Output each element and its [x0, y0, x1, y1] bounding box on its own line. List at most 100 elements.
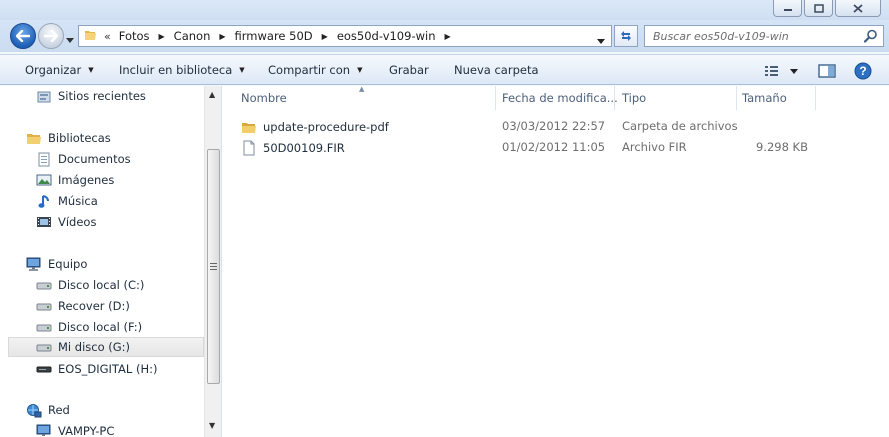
- window-titlebar: [0, 0, 889, 20]
- column-header-type[interactable]: Tipo: [622, 86, 736, 110]
- preview-pane-button[interactable]: [818, 63, 836, 79]
- nav-item-label: Mi disco (G:): [58, 340, 131, 354]
- file-name: update-procedure-pdf: [263, 120, 389, 134]
- nav-item-computer[interactable]: Equipo: [26, 254, 87, 274]
- nav-item-network[interactable]: Red: [26, 400, 70, 420]
- column-divider[interactable]: [495, 86, 496, 110]
- file-date: 01/02/2012 11:05: [502, 140, 606, 154]
- nav-item-libraries[interactable]: Bibliotecas: [26, 128, 111, 148]
- minimize-button[interactable]: [773, 0, 802, 17]
- new-folder-label: Nueva carpeta: [454, 63, 539, 77]
- column-divider[interactable]: [736, 86, 737, 110]
- share-with-menu[interactable]: Compartir con ▼: [268, 63, 362, 77]
- folder-icon: [241, 119, 257, 135]
- breadcrumb-overflow[interactable]: «: [104, 30, 111, 43]
- file-row[interactable]: 50D00109.FIR 01/02/2012 11:05 Archivo FI…: [222, 137, 889, 157]
- nav-item-documents[interactable]: Documentos: [36, 149, 131, 169]
- breadcrumb-firmware[interactable]: firmware 50D: [235, 29, 313, 43]
- column-header-date[interactable]: Fecha de modifica...: [502, 86, 618, 110]
- address-row: « Fotos ▶ Canon ▶ firmware 50D ▶ eos50d-…: [0, 20, 889, 52]
- nav-item-label: Música: [58, 194, 98, 208]
- nav-item-videos[interactable]: Vídeos: [36, 212, 96, 232]
- new-folder-button[interactable]: Nueva carpeta: [454, 63, 539, 77]
- nav-item-label: Recover (D:): [58, 299, 130, 313]
- recent-pages-dropdown[interactable]: [66, 32, 74, 46]
- maximize-button[interactable]: [804, 0, 833, 17]
- nav-item-network-pc[interactable]: VAMPY-PC: [36, 421, 114, 437]
- file-name-cell: 50D00109.FIR: [241, 140, 345, 156]
- removable-drive-icon: [36, 361, 52, 377]
- nav-item-recent[interactable]: Sitios recientes: [36, 86, 146, 106]
- videos-icon: [36, 214, 52, 230]
- nav-item-label: Sitios recientes: [58, 89, 146, 103]
- column-header-size[interactable]: Tamaño: [742, 86, 815, 110]
- help-button[interactable]: ?: [854, 62, 872, 80]
- forward-button[interactable]: [38, 23, 64, 49]
- minimize-icon: [783, 9, 792, 11]
- computer-icon: [36, 423, 52, 437]
- address-bar[interactable]: « Fotos ▶ Canon ▶ firmware 50D ▶ eos50d-…: [78, 25, 612, 47]
- recent-places-icon: [36, 88, 52, 104]
- column-header-label: Nombre: [241, 91, 287, 105]
- nav-item-label: Red: [48, 403, 70, 417]
- breadcrumb-chevron-icon[interactable]: ▶: [219, 32, 225, 41]
- column-header-name[interactable]: Nombre: [241, 86, 495, 110]
- scroll-thumb[interactable]: [207, 149, 220, 384]
- nav-item-drive-h[interactable]: EOS_DIGITAL (H:): [36, 359, 157, 379]
- nav-scrollbar[interactable]: ▲ ▼: [204, 86, 221, 437]
- drive-icon: [36, 319, 52, 335]
- file-row[interactable]: update-procedure-pdf 03/03/2012 22:57 Ca…: [222, 116, 889, 136]
- nav-item-drive-g[interactable]: Mi disco (G:): [8, 337, 204, 357]
- svg-text:?: ?: [859, 64, 866, 78]
- nav-item-images[interactable]: Imágenes: [36, 170, 114, 190]
- chevron-down-icon: ▼: [239, 66, 245, 74]
- chevron-down-icon: ▼: [357, 66, 363, 74]
- views-icon: [765, 66, 778, 76]
- search-input[interactable]: [653, 29, 863, 43]
- breadcrumb-fotos[interactable]: Fotos: [119, 29, 150, 43]
- search-box[interactable]: [644, 25, 884, 47]
- nav-item-label: Disco local (F:): [58, 320, 143, 334]
- drive-icon: [36, 277, 52, 293]
- breadcrumb-current[interactable]: eos50d-v109-win: [337, 29, 436, 43]
- libraries-icon: [26, 130, 42, 146]
- close-button[interactable]: [835, 0, 881, 17]
- chevron-down-icon: [790, 68, 798, 74]
- back-button[interactable]: [10, 23, 36, 49]
- scroll-up-icon[interactable]: ▲: [209, 90, 215, 99]
- file-list-pane: ▲ Nombre Fecha de modifica... Tipo Tamañ…: [222, 85, 889, 437]
- chevron-down-icon: ▼: [88, 66, 94, 74]
- breadcrumb-chevron-icon[interactable]: ▶: [159, 32, 165, 41]
- search-icon[interactable]: [863, 29, 878, 46]
- chevron-down-icon: [597, 39, 605, 44]
- nav-item-label: EOS_DIGITAL (H:): [58, 362, 158, 376]
- breadcrumb-chevron-icon[interactable]: ▶: [322, 32, 328, 41]
- nav-item-label: Documentos: [58, 152, 131, 166]
- include-library-menu[interactable]: Incluir en biblioteca ▼: [119, 63, 245, 77]
- column-divider[interactable]: [815, 86, 816, 110]
- nav-item-music[interactable]: Música: [36, 191, 98, 211]
- column-header-label: Tamaño: [742, 91, 787, 105]
- burn-label: Grabar: [389, 63, 429, 77]
- nav-item-label: VAMPY-PC: [58, 424, 115, 437]
- nav-item-drive-c[interactable]: Disco local (C:): [36, 275, 144, 295]
- refresh-button[interactable]: [614, 25, 638, 47]
- breadcrumb-canon[interactable]: Canon: [174, 29, 211, 43]
- documents-icon: [36, 151, 52, 167]
- nav-item-drive-d[interactable]: Recover (D:): [36, 296, 130, 316]
- nav-item-drive-f[interactable]: Disco local (F:): [36, 317, 142, 337]
- column-divider[interactable]: [614, 86, 615, 110]
- views-button[interactable]: [764, 64, 798, 78]
- burn-button[interactable]: Grabar: [389, 63, 429, 77]
- address-history-dropdown[interactable]: [597, 33, 605, 47]
- organize-menu[interactable]: Organizar ▼: [25, 63, 94, 77]
- organize-label: Organizar: [25, 63, 82, 77]
- network-icon: [26, 402, 42, 418]
- file-date: 03/03/2012 22:57: [502, 119, 606, 133]
- drive-icon: [36, 298, 52, 314]
- breadcrumb-chevron-icon[interactable]: ▶: [444, 32, 450, 41]
- folder-icon: [84, 28, 98, 45]
- command-bar: Organizar ▼ Incluir en biblioteca ▼ Compar…: [0, 54, 889, 85]
- scroll-down-icon[interactable]: ▼: [209, 421, 215, 430]
- close-icon: [853, 3, 863, 13]
